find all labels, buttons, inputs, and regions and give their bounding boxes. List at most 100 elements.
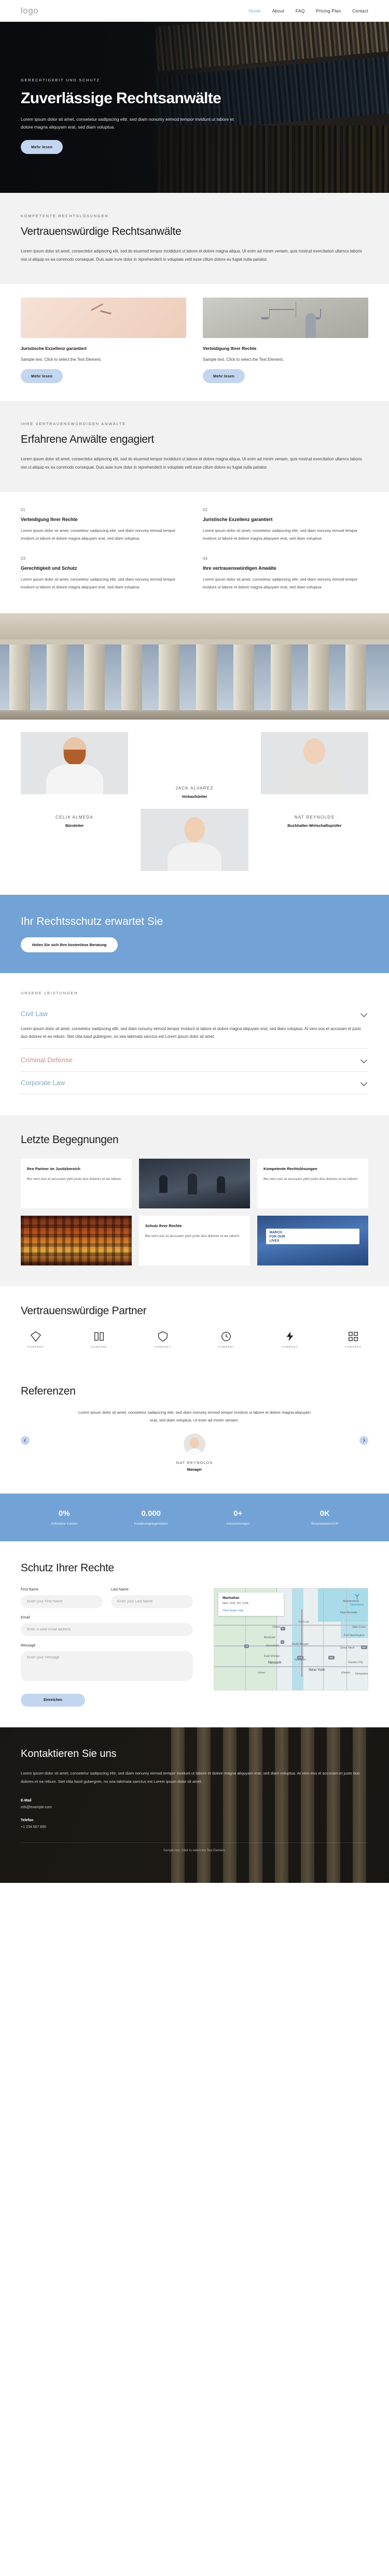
book-icon	[94, 1332, 104, 1341]
hero-content: GERECHTIGKEIT UND SCHUTZ Zuverlässige Re…	[21, 78, 239, 154]
team-member: JACK ALVAREZ Verkaufsleiter	[141, 732, 248, 800]
first-name-group: First Name	[21, 1588, 103, 1609]
experienced-title: Erfahrene Anwälte engagiert	[21, 433, 154, 446]
partner-logo[interactable]: COMPANY	[148, 1331, 178, 1349]
stats-section: 0% Zufriedene Kunden 0.000 Kundenangeleg…	[0, 1494, 389, 1542]
cta-consultation-button[interactable]: Holen Sie sich Ihre kostenlose Beratung	[21, 937, 118, 952]
accordion-header[interactable]: Civil Law	[21, 1010, 368, 1018]
partner-logo[interactable]: COMPANY	[21, 1331, 51, 1349]
map-label: Clifton	[272, 1626, 281, 1629]
map-label: New Rochelle	[340, 1611, 358, 1615]
last-name-input[interactable]	[111, 1595, 193, 1609]
message-textarea[interactable]	[21, 1651, 193, 1682]
map-label: Port Washington	[344, 1634, 365, 1638]
feature-title: Ihre vertrauenswürdigen Anwälte	[203, 565, 276, 571]
team-member-name: NAT REYNOLDS	[294, 814, 335, 820]
nav-item-pricing-plan[interactable]: Pricing Plan	[316, 8, 341, 13]
blog-text-card[interactable]: Schutz Ihrer Rechte Bei vero eos et accu…	[139, 1215, 250, 1265]
numbered-features-grid: 01 Verteidigung Ihrer Rechte Lorem ipsum…	[0, 508, 389, 613]
main-navigation: Home About FAQ Pricing Plan Contact	[248, 8, 368, 13]
blog-text-card[interactable]: Ihre Partner im Justizbereich Bei vero e…	[21, 1158, 132, 1208]
location-map[interactable]: Manhattan New York, NY, USA View larger …	[214, 1588, 368, 1691]
map-view-larger-link[interactable]: View larger map	[223, 1609, 280, 1612]
chevron-down-icon[interactable]	[360, 1056, 367, 1063]
nav-item-contact[interactable]: Contact	[352, 8, 368, 13]
accordion-item-criminal-defense[interactable]: Criminal Defense	[21, 1049, 368, 1072]
card-image-pen	[21, 298, 186, 339]
team-member-name: CELIA ALMEDA	[55, 814, 94, 820]
numbered-feature-item: 03 Gerechtigkeit und Schutz Lorem ipsum …	[21, 556, 186, 592]
partner-logo[interactable]: COMPANY	[84, 1331, 114, 1349]
partner-label: COMPANY	[154, 1345, 172, 1349]
accordion-header[interactable]: Criminal Defense	[21, 1056, 368, 1064]
footer-contact-details: E-Mail info@example.com Telefon +1 234 5…	[21, 1799, 368, 1829]
feature-cards-section: Juristische Exzellenz garantiert Sample …	[0, 298, 389, 401]
accordion-item-corporate-law[interactable]: Corporate Law	[21, 1072, 368, 1094]
map-info-card: Manhattan New York, NY, USA View larger …	[218, 1593, 284, 1616]
team-grid: JACK ALVAREZ Verkaufsleiter	[21, 731, 368, 800]
partner-logo[interactable]: COMPANY	[338, 1331, 368, 1349]
accordion-body: Lorem ipsum dolor sit amet, consetetur s…	[21, 1026, 361, 1039]
testimonial-avatar	[184, 1433, 205, 1456]
partner-logo[interactable]: COMPANY	[211, 1331, 241, 1349]
site-logo[interactable]: logo	[21, 6, 38, 16]
accordion-header[interactable]: Corporate Law	[21, 1079, 368, 1087]
last-name-group: Last Name	[111, 1588, 193, 1609]
stat-label: Zufriedene Kunden	[51, 1523, 78, 1526]
nav-item-home[interactable]: Home	[248, 8, 260, 13]
first-name-input[interactable]	[21, 1595, 103, 1609]
map-label: East Orange	[264, 1655, 280, 1658]
team-member-role: Büroleiter	[65, 823, 84, 828]
numbered-feature-item: 01 Verteidigung Ihrer Rechte Lorem ipsum…	[21, 508, 186, 543]
experienced-section: IHRE VERTRAUENSWÜRDIGEN ANWÄLTE Erfahren…	[0, 401, 389, 492]
email-input[interactable]	[21, 1623, 193, 1637]
contact-title: Schutz Ihrer Rechte	[21, 1562, 114, 1574]
map-label: Montclair	[264, 1636, 275, 1640]
site-footer: Kontaktieren Sie uns Lorem ipsum dolor s…	[0, 1727, 389, 1883]
blog-card-title: Ihre Partner im Justizbereich	[27, 1166, 80, 1171]
site-header: logo Home About FAQ Pricing Plan Contact	[0, 0, 389, 22]
team-member-photo	[141, 808, 248, 871]
stat-label: Auszeichnungen	[226, 1523, 249, 1526]
footer-email-value[interactable]: info@example.com	[21, 1806, 368, 1809]
card-read-more-button[interactable]: Mehr lesen	[203, 369, 245, 384]
carousel-next-button[interactable]	[359, 1436, 368, 1445]
stat-item: 0% Zufriedene Kunden	[21, 1509, 108, 1526]
blog-card-title: Kompetente Rechtslösungen	[263, 1166, 317, 1171]
card-read-more-button[interactable]: Mehr lesen	[21, 369, 63, 384]
first-name-label: First Name	[21, 1588, 39, 1592]
partner-label: COMPANY	[344, 1345, 362, 1349]
directions-icon	[355, 1594, 359, 1600]
map-label: Hempstead	[355, 1672, 368, 1676]
blog-section: Letzte Begegnungen Ihre Partner im Justi…	[0, 1115, 389, 1286]
blog-image-protest[interactable]: MARCH FOR OUR LIVES	[257, 1215, 368, 1265]
blog-text-card[interactable]: Kompetente Rechtslösungen Bei vero eos e…	[257, 1158, 368, 1208]
experienced-kicker: IHRE VERTRAUENSWÜRDIGEN ANWÄLTE	[21, 421, 126, 427]
testimonials-section: Referenzen Lorem ipsum dolor sit amet, c…	[0, 1369, 389, 1494]
carousel-prev-button[interactable]	[21, 1436, 30, 1445]
hero-read-more-button[interactable]: Mehr lesen	[21, 140, 63, 154]
blog-card-text: Bei vero eos et accusam yteh justo duo d…	[27, 1177, 122, 1181]
nav-item-faq[interactable]: FAQ	[296, 8, 305, 13]
blog-image-cinema[interactable]	[21, 1215, 132, 1265]
partner-label: COMPANY	[27, 1345, 45, 1349]
testimonial-quote: Lorem ipsum dolor sit amet, consetetur s…	[78, 1410, 311, 1423]
chevron-down-icon[interactable]	[360, 1010, 367, 1017]
nav-item-about[interactable]: About	[272, 8, 284, 13]
partner-logo[interactable]: COMPANY	[275, 1331, 305, 1349]
hero-kicker: GERECHTIGKEIT UND SCHUTZ	[21, 78, 100, 82]
footer-phone-value[interactable]: +1 234 567 890	[21, 1825, 368, 1829]
map-label: Bloomfield	[266, 1644, 280, 1648]
shield-icon	[158, 1331, 168, 1342]
footer-email-label: E-Mail	[21, 1798, 32, 1803]
blog-card-text: Bei vero eos et accusam yteh justo duo d…	[145, 1234, 240, 1238]
accordion-item-civil-law[interactable]: Civil Law Lorem ipsum dolor sit amet, co…	[21, 1003, 368, 1049]
team-member: NAT REYNOLDS Buchhalter-Wirtschaftsprüfe…	[261, 809, 368, 877]
stat-item: 0K Beispieldatenschrift	[282, 1509, 369, 1526]
card-text: Sample text. Click to select the Text El…	[203, 357, 284, 362]
blog-image-police[interactable]	[139, 1158, 250, 1208]
footer-copyright: Sample text. Click to select the Text El…	[21, 1842, 368, 1860]
feature-text: Lorem ipsum dolor sit amet, consetetur s…	[21, 576, 176, 589]
chevron-down-icon[interactable]	[360, 1079, 367, 1086]
submit-button[interactable]: Einreichen	[21, 1694, 85, 1707]
